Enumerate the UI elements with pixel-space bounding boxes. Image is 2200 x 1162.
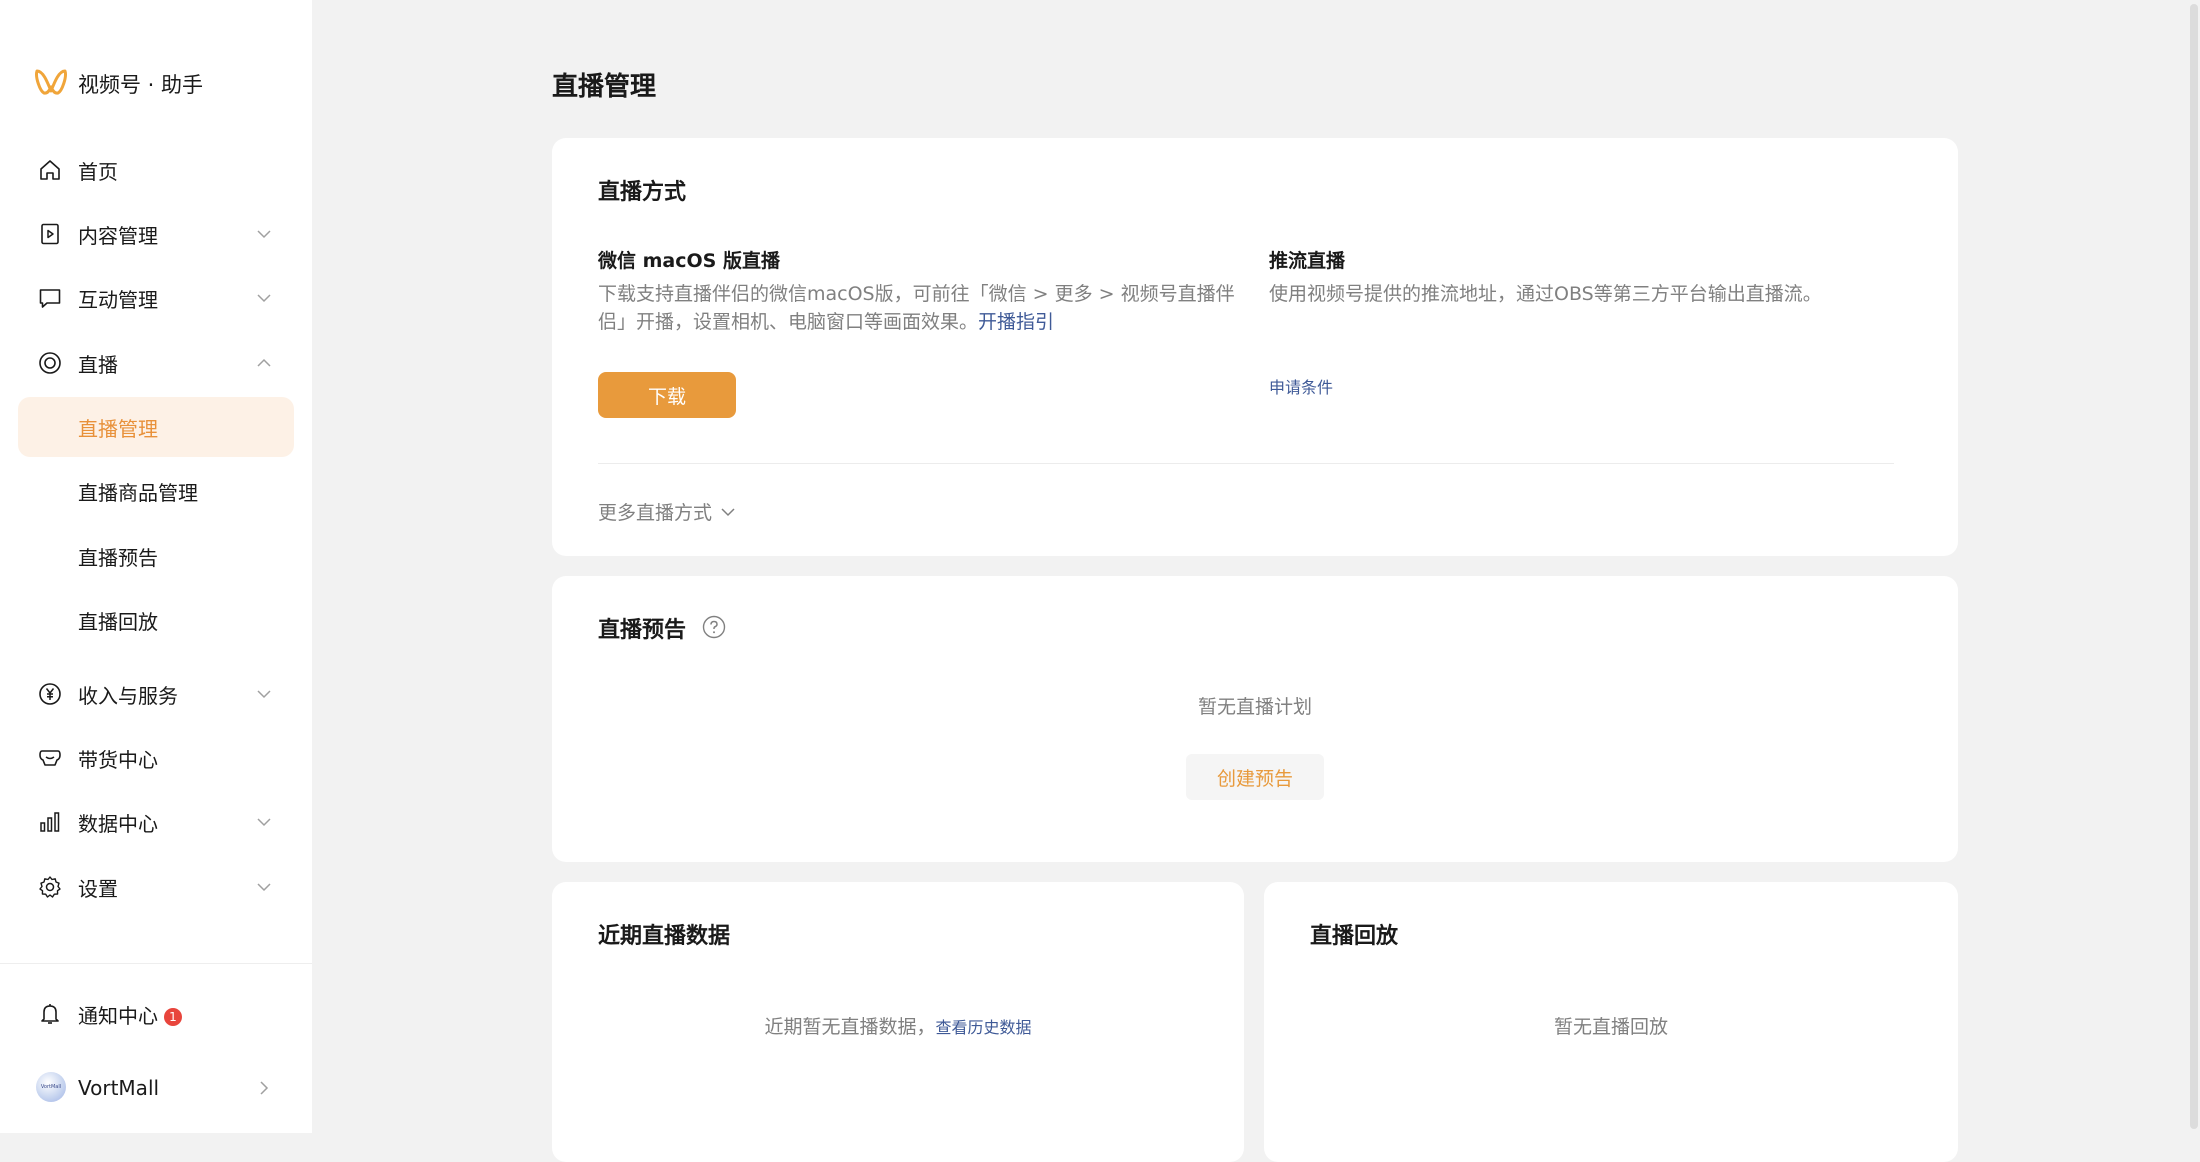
download-button[interactable]: 下载 bbox=[598, 372, 736, 418]
preview-empty-text: 暂无直播计划 bbox=[1197, 696, 1312, 718]
sidebar-item-label: 收入与服务 bbox=[78, 683, 178, 708]
sidebar-item-label: 首页 bbox=[78, 159, 118, 184]
live-preview-card: 直播预告 暂无直播计划 创建预告 bbox=[552, 576, 1958, 862]
live-icon bbox=[38, 351, 62, 375]
push-live-description: 使用视频号提供的推流地址，通过OBS等第三方平台输出直播流。 bbox=[1269, 283, 1822, 305]
card-divider bbox=[598, 463, 1894, 464]
bar-chart-icon bbox=[38, 810, 62, 834]
sidebar-item-live-management[interactable]: 直播管理 bbox=[18, 397, 294, 457]
history-data-link[interactable]: 查看历史数据 bbox=[936, 1018, 1032, 1037]
sidebar-item-label: 直播商品管理 bbox=[78, 480, 198, 505]
replay-empty-text: 暂无直播回放 bbox=[1553, 1016, 1668, 1038]
chat-icon bbox=[38, 286, 62, 310]
card-title: 直播回放 bbox=[1310, 924, 1399, 949]
card-title: 直播预告 bbox=[598, 618, 687, 643]
chevron-down-icon bbox=[256, 879, 272, 895]
sidebar-item-label: 带货中心 bbox=[78, 747, 158, 772]
gear-icon bbox=[38, 875, 62, 899]
video-file-icon bbox=[38, 222, 62, 246]
brand[interactable]: 视频号 · 助手 bbox=[34, 66, 203, 102]
notification-badge: 1 bbox=[164, 1007, 182, 1026]
more-methods-label: 更多直播方式 bbox=[598, 502, 713, 524]
sidebar: 视频号 · 助手 首页 内容管理 互动管理 直播 直播管理 直播商品管理 直播预… bbox=[0, 0, 312, 1133]
sidebar-item-income[interactable]: 收入与服务 bbox=[18, 664, 294, 724]
page-title: 直播管理 bbox=[552, 72, 657, 102]
card-title: 近期直播数据 bbox=[598, 924, 731, 949]
recent-empty-text: 近期暂无直播数据，查看历史数据 bbox=[552, 1012, 1244, 1039]
channels-logo-icon bbox=[34, 67, 68, 101]
sidebar-item-label: 直播管理 bbox=[78, 416, 158, 441]
sidebar-item-live-products[interactable]: 直播商品管理 bbox=[18, 461, 294, 521]
more-methods-toggle[interactable]: 更多直播方式 bbox=[598, 498, 736, 525]
sidebar-item-label: 互动管理 bbox=[78, 287, 158, 312]
push-live-title: 推流直播 bbox=[1269, 250, 1346, 272]
app-title: 视频号 · 助手 bbox=[78, 73, 204, 97]
sidebar-item-live[interactable]: 直播 bbox=[18, 333, 294, 393]
sidebar-item-label: 直播 bbox=[78, 352, 118, 377]
scrollbar-thumb[interactable] bbox=[2190, 4, 2198, 1129]
chevron-down-icon bbox=[712, 504, 736, 520]
yuan-icon bbox=[38, 682, 62, 706]
sidebar-item-label: 数据中心 bbox=[78, 811, 158, 836]
mac-live-description-text: 下载支持直播伴侣的微信macOS版，可前往「微信 > 更多 > 视频号直播伴侣」… bbox=[598, 283, 1235, 333]
chevron-down-icon bbox=[256, 226, 272, 242]
notification-label: 通知中心 1 bbox=[78, 1000, 182, 1029]
account-name: VortMall bbox=[78, 1076, 160, 1100]
create-preview-button[interactable]: 创建预告 bbox=[1186, 754, 1324, 800]
sidebar-divider bbox=[0, 963, 312, 964]
live-methods-card: 直播方式 微信 macOS 版直播 下载支持直播伴侣的微信macOS版，可前往「… bbox=[552, 138, 1958, 556]
notification-text: 通知中心 bbox=[78, 1003, 158, 1028]
mac-live-description: 下载支持直播伴侣的微信macOS版，可前往「微信 > 更多 > 视频号直播伴侣」… bbox=[598, 280, 1238, 336]
sidebar-item-home[interactable]: 首页 bbox=[18, 140, 294, 200]
sidebar-item-label: 内容管理 bbox=[78, 223, 158, 248]
avatar: VortMall bbox=[36, 1072, 66, 1102]
chevron-up-icon bbox=[256, 355, 272, 371]
sidebar-item-data[interactable]: 数据中心 bbox=[18, 792, 294, 852]
account-menu[interactable]: VortMall VortMall bbox=[18, 1058, 294, 1118]
card-title: 直播方式 bbox=[598, 180, 687, 205]
shop-bag-icon bbox=[38, 746, 62, 770]
chevron-down-icon bbox=[256, 290, 272, 306]
chevron-down-icon bbox=[256, 814, 272, 830]
bell-icon bbox=[38, 1002, 62, 1026]
recent-live-data-card: 近期直播数据 近期暂无直播数据，查看历史数据 bbox=[552, 882, 1244, 1162]
sidebar-item-label: 直播回放 bbox=[78, 609, 158, 634]
sidebar-item-label: 设置 bbox=[78, 876, 118, 901]
live-replay-card: 直播回放 暂无直播回放 bbox=[1264, 882, 1958, 1162]
mac-live-title: 微信 macOS 版直播 bbox=[598, 250, 780, 272]
live-guide-link[interactable]: 开播指引 bbox=[978, 311, 1054, 333]
recent-empty-message: 近期暂无直播数据， bbox=[764, 1016, 936, 1038]
scrollbar[interactable] bbox=[2188, 0, 2200, 1133]
sidebar-item-live-replay[interactable]: 直播回放 bbox=[18, 590, 294, 650]
sidebar-item-label: 直播预告 bbox=[78, 545, 158, 570]
sidebar-item-live-preview[interactable]: 直播预告 bbox=[18, 526, 294, 586]
help-icon[interactable] bbox=[702, 615, 726, 639]
sidebar-item-interaction[interactable]: 互动管理 bbox=[18, 268, 294, 328]
chevron-right-icon bbox=[256, 1080, 272, 1096]
sidebar-item-content[interactable]: 内容管理 bbox=[18, 204, 294, 264]
home-icon bbox=[38, 158, 62, 182]
chevron-down-icon bbox=[256, 686, 272, 702]
sidebar-item-settings[interactable]: 设置 bbox=[18, 857, 294, 917]
apply-conditions-link[interactable]: 申请条件 bbox=[1269, 374, 1333, 398]
sidebar-item-notifications[interactable]: 通知中心 1 bbox=[18, 984, 294, 1044]
sidebar-item-commerce[interactable]: 带货中心 bbox=[18, 728, 294, 788]
